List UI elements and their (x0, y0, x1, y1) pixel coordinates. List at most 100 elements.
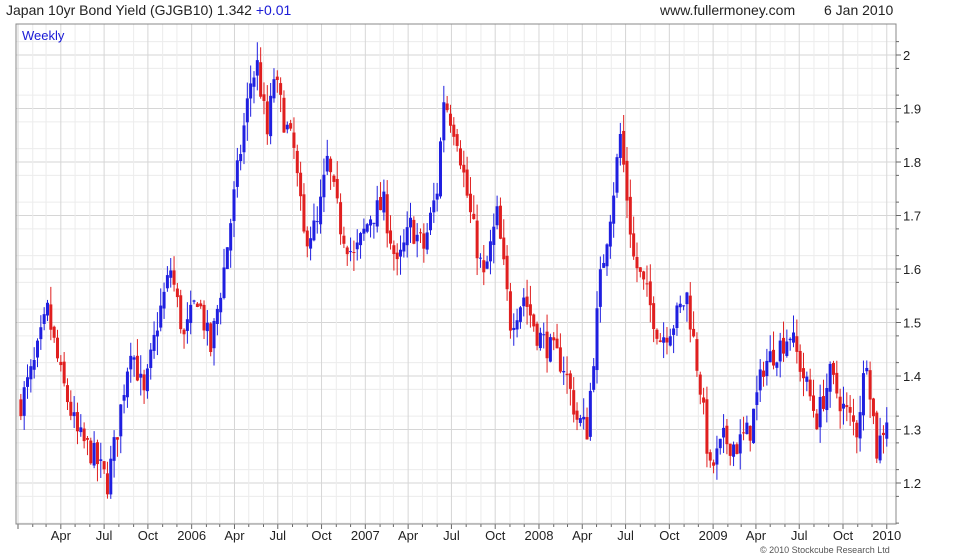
candle-body (498, 205, 502, 239)
candle-body (119, 404, 123, 437)
candle-body (282, 97, 286, 133)
candle-body (169, 270, 173, 278)
candle-body (369, 219, 373, 226)
candle-body (871, 398, 875, 417)
candle-body (682, 305, 686, 307)
candle-body (392, 245, 396, 255)
candle-body (159, 305, 163, 328)
candle-body (29, 366, 33, 380)
candle-body (129, 355, 133, 370)
candle-body (95, 442, 99, 465)
candle-body (329, 158, 333, 173)
candle-body (572, 390, 576, 415)
candle-body (249, 83, 253, 99)
candle-body (655, 329, 659, 339)
candle-body (648, 281, 652, 306)
candle-body (105, 473, 109, 495)
candle-body (625, 160, 629, 201)
candle-body (305, 230, 309, 247)
candle-body (585, 417, 589, 440)
candle-body (482, 260, 486, 273)
candle-body (831, 362, 835, 375)
candle-body (302, 194, 306, 232)
period-label: Weekly (22, 28, 65, 43)
candle-body (805, 376, 809, 382)
candle-body (132, 357, 136, 360)
candle-body (695, 339, 699, 371)
candle-body (455, 134, 459, 146)
candle-body (75, 412, 79, 432)
candle-body (752, 408, 756, 444)
candle-body (782, 337, 786, 354)
candle-body (575, 410, 579, 420)
candle-body (262, 94, 266, 101)
candle-body (475, 220, 479, 259)
candle-body (255, 60, 259, 76)
candle-body (562, 370, 566, 373)
x-tick-label: Jul (791, 528, 808, 543)
candle-body (125, 371, 129, 398)
candle-body (705, 399, 709, 454)
candle-body (785, 341, 789, 356)
candle-body (525, 296, 529, 307)
candle-body (152, 334, 156, 351)
candle-body (229, 223, 233, 251)
candle-body (402, 242, 406, 252)
candle-body (245, 98, 249, 123)
candle-body (608, 221, 612, 247)
candle-body (678, 303, 682, 308)
candle-body (39, 327, 43, 340)
candle-body (472, 213, 476, 220)
candle-body (818, 396, 822, 428)
candle-body (861, 373, 865, 416)
candle-body (612, 195, 616, 224)
candle-body (289, 123, 293, 129)
candle-body (345, 247, 349, 255)
candle-body (52, 326, 56, 338)
candle-body (708, 452, 712, 461)
candle-body (279, 83, 283, 95)
y-tick-label: 1.5 (903, 316, 921, 331)
candle-body (225, 247, 229, 269)
candle-body (811, 395, 815, 411)
candle-body (838, 396, 842, 412)
candle-body (122, 395, 126, 401)
y-tick-label: 2 (903, 48, 910, 63)
candle-body (728, 443, 732, 456)
x-tick-label: 2009 (699, 528, 728, 543)
candle-body (865, 367, 869, 372)
candle-body (875, 412, 879, 459)
candle-body (205, 322, 209, 332)
candle-body (179, 295, 183, 330)
candle-body (315, 221, 319, 223)
x-tick-label: Oct (833, 528, 854, 543)
candle-body (702, 397, 706, 403)
candle-body (665, 337, 669, 343)
candle-body (312, 220, 316, 241)
candle-body (222, 267, 226, 299)
candle-body (845, 405, 849, 408)
candle-body (242, 125, 246, 153)
candle-body (635, 256, 639, 269)
candle-body (712, 462, 716, 466)
candle-body (462, 164, 466, 173)
candle-body (435, 193, 439, 200)
candle-body (738, 434, 742, 454)
candle-body (399, 249, 403, 257)
candle-body (755, 392, 759, 405)
candle-body (698, 374, 702, 395)
candle-body (658, 340, 662, 343)
candle-body (851, 415, 855, 422)
candle-body (685, 292, 689, 305)
y-tick-label: 1.3 (903, 423, 921, 438)
y-tick-label: 1.2 (903, 476, 921, 491)
candle-body (372, 222, 376, 224)
candle-body (488, 241, 492, 262)
candle-body (265, 101, 269, 135)
candle-body (319, 196, 323, 225)
candle-body (821, 396, 825, 409)
candle-body (748, 425, 752, 441)
candle-body (142, 374, 146, 391)
candle-body (505, 255, 509, 290)
x-tick-label: Jul (96, 528, 113, 543)
